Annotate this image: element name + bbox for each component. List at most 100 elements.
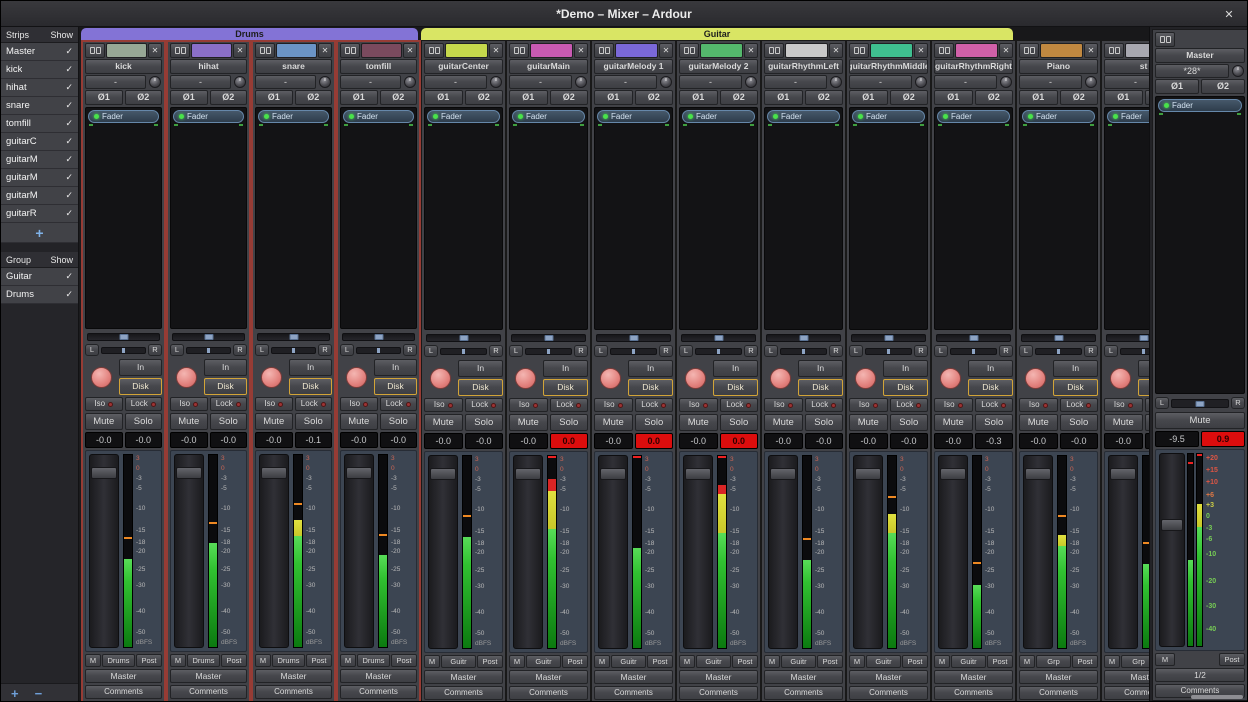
processor-box[interactable]: Fader <box>1155 96 1245 394</box>
output-button[interactable]: Master <box>1019 670 1098 684</box>
record-enable-button[interactable] <box>430 368 451 389</box>
strip-width-button[interactable] <box>1155 32 1175 47</box>
monitor-disk-button[interactable]: Disk <box>798 379 843 396</box>
solo-isolate-button[interactable]: Iso <box>594 398 633 412</box>
monitor-disk-button[interactable]: Disk <box>543 379 588 396</box>
record-enable-button[interactable] <box>940 368 961 389</box>
processor-box[interactable]: Fader <box>764 107 843 330</box>
phase-invert-2-button[interactable]: Ø2 <box>1201 79 1245 94</box>
pan-right-button[interactable]: R <box>574 345 588 357</box>
phase-invert-1-button[interactable]: Ø1 <box>170 90 208 105</box>
output-button[interactable]: Master <box>594 670 673 684</box>
solo-isolate-button[interactable]: Iso <box>764 398 803 412</box>
fader-handle[interactable] <box>855 468 881 480</box>
solo-button[interactable]: Solo <box>890 414 929 431</box>
strip-hide-button[interactable]: ✕ <box>914 43 928 58</box>
mute-button[interactable]: Mute <box>170 413 208 430</box>
meter-post-button[interactable]: Post <box>477 655 503 668</box>
meter-post-button[interactable]: Post <box>732 655 758 668</box>
comments-button[interactable]: Comments <box>509 686 588 700</box>
comments-button[interactable]: Comments <box>255 685 332 699</box>
output-button[interactable]: Master <box>255 669 332 683</box>
comments-button[interactable]: Comments <box>424 686 503 700</box>
gain-fader[interactable] <box>598 455 628 649</box>
solo-button[interactable]: Solo <box>975 414 1014 431</box>
pan-position-track[interactable] <box>101 347 146 354</box>
strip-color-swatch[interactable] <box>361 43 402 58</box>
pan-handle[interactable] <box>884 335 893 341</box>
peak-display[interactable]: -0.0 <box>380 432 418 448</box>
pan-track[interactable] <box>87 333 160 341</box>
level-meter[interactable] <box>208 454 218 648</box>
pan-right-button[interactable]: R <box>233 344 247 356</box>
pan-track[interactable] <box>342 333 415 341</box>
pan-handle[interactable] <box>799 335 808 341</box>
pan-track[interactable] <box>936 334 1011 342</box>
mute-button[interactable]: Mute <box>424 414 463 431</box>
sidebar-strip-row[interactable]: Master✓ <box>1 43 78 61</box>
strip-width-button[interactable] <box>679 43 699 58</box>
gain-fader[interactable] <box>89 454 119 648</box>
comments-button[interactable]: Comments <box>764 686 843 700</box>
fader-handle[interactable] <box>515 468 541 480</box>
pan-handle[interactable] <box>204 334 213 340</box>
pan-position-track[interactable] <box>271 347 316 354</box>
fader-processor[interactable]: Fader <box>937 110 1010 123</box>
fader-processor[interactable]: Fader <box>88 110 159 123</box>
strip-width-button[interactable] <box>255 43 275 58</box>
pan-slider[interactable] <box>764 332 843 344</box>
meter-post-button[interactable]: Post <box>306 654 332 667</box>
trim-knob-dial[interactable] <box>915 76 927 88</box>
pan-position-track[interactable] <box>1120 348 1149 355</box>
meter-post-button[interactable]: Post <box>987 655 1013 668</box>
trim-knob[interactable] <box>233 75 247 89</box>
gain-fader[interactable] <box>768 455 798 649</box>
trim-knob[interactable] <box>318 75 332 89</box>
pan-position-track[interactable] <box>356 347 401 354</box>
peak-display[interactable]: -0.0 <box>465 433 504 449</box>
balance-track[interactable] <box>1171 399 1229 408</box>
comments-button[interactable]: Comments <box>1019 686 1098 700</box>
output-button[interactable]: Master <box>849 670 928 684</box>
pan-handle[interactable] <box>459 335 468 341</box>
solo-isolate-button[interactable]: Iso <box>85 397 123 411</box>
fader-active-led[interactable] <box>603 114 608 119</box>
group-tab[interactable]: Drums <box>81 28 418 40</box>
strip-width-button[interactable] <box>424 43 444 58</box>
fader-handle[interactable] <box>1161 519 1183 531</box>
strip-width-button[interactable] <box>934 43 954 58</box>
group-button[interactable]: Guitr <box>441 655 476 668</box>
gain-display[interactable]: -0.0 <box>509 433 548 449</box>
sidebar-strip-row[interactable]: kick✓ <box>1 61 78 79</box>
input-button[interactable]: - <box>170 75 231 89</box>
metering-button[interactable]: M <box>170 654 186 667</box>
monitor-input-button[interactable]: In <box>968 360 1013 377</box>
record-enable-button[interactable] <box>515 368 536 389</box>
trim-knob[interactable] <box>914 75 928 89</box>
strip-color-swatch[interactable] <box>445 43 488 58</box>
metering-button[interactable]: M <box>340 654 356 667</box>
monitor-input-button[interactable]: In <box>713 360 758 377</box>
metering-button[interactable]: M <box>934 655 950 668</box>
solo-lock-button[interactable]: Lock <box>975 398 1014 412</box>
pan-left-button[interactable]: L <box>1155 397 1169 409</box>
window-close-button[interactable]: ✕ <box>1221 6 1237 22</box>
meter-post-button[interactable]: Post <box>221 654 247 667</box>
trim-knob[interactable] <box>1084 75 1098 89</box>
solo-button[interactable]: Solo <box>805 414 844 431</box>
monitor-disk-button[interactable]: Disk <box>713 379 758 396</box>
peak-display[interactable]: 0.9 <box>1201 431 1245 447</box>
output-button[interactable]: Master <box>340 669 417 683</box>
horizontal-scrollbar-thumb[interactable] <box>1191 695 1243 699</box>
strip-color-swatch[interactable] <box>615 43 658 58</box>
fader-processor[interactable]: Fader <box>427 110 500 123</box>
monitor-input-button[interactable]: In <box>1053 360 1098 377</box>
level-meter[interactable] <box>717 455 727 649</box>
fader-active-led[interactable] <box>94 114 99 119</box>
show-checkbox[interactable]: ✓ <box>65 64 73 75</box>
show-checkbox[interactable]: ✓ <box>65 46 73 57</box>
monitor-input-button[interactable]: In <box>119 359 162 376</box>
strip-name-button[interactable]: Master <box>1155 48 1245 63</box>
pan-track[interactable] <box>851 334 926 342</box>
monitor-input-button[interactable]: In <box>458 360 503 377</box>
